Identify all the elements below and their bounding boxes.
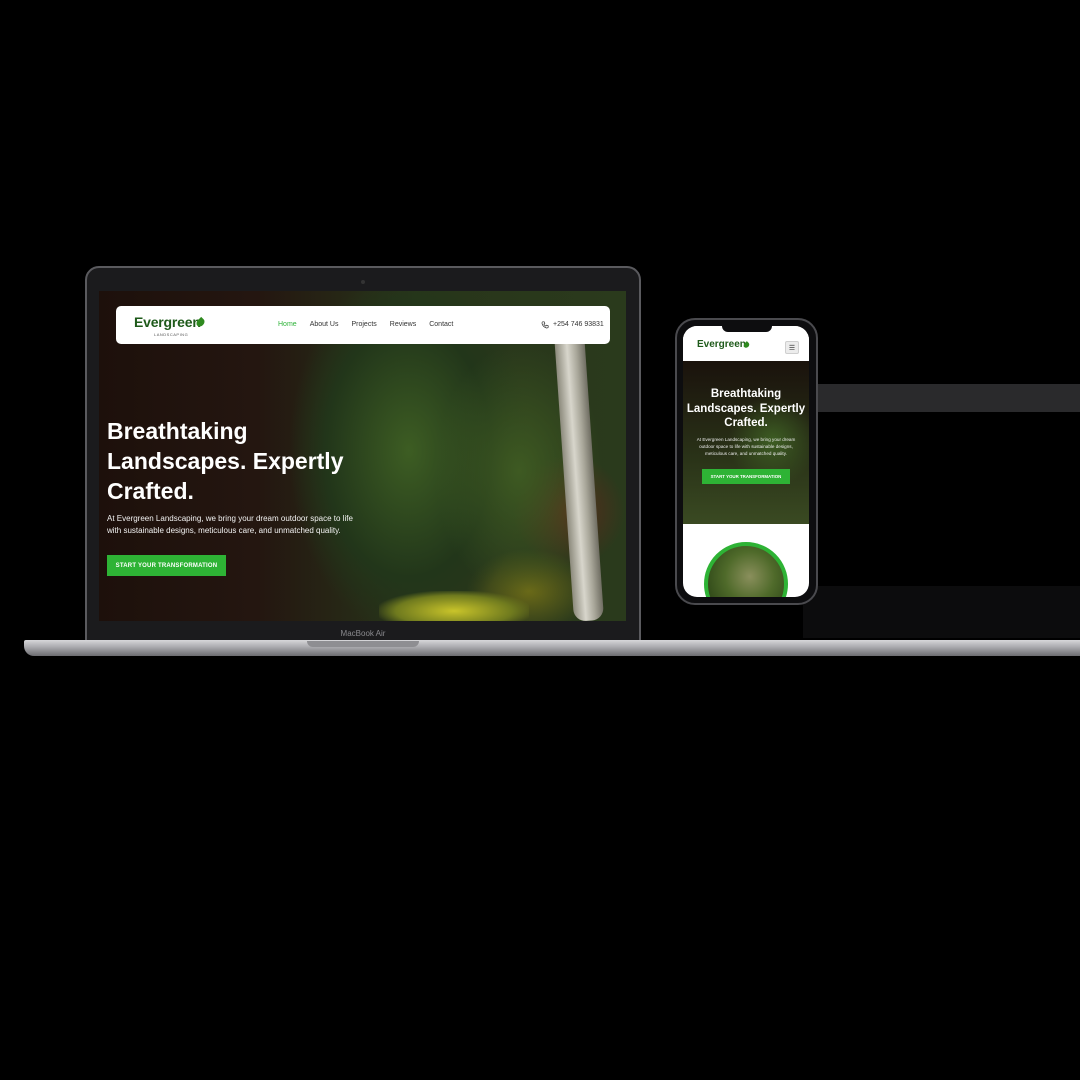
main-nav: Home About Us Projects Reviews Contact: [278, 321, 453, 328]
hamburger-icon[interactable]: ☰: [785, 341, 799, 354]
mobile-hero: Breathtaking Landscapes. Expertly Crafte…: [683, 361, 809, 524]
laptop-base: [24, 640, 1080, 656]
laptop-screen: Evergreen LANDSCAPING Home About Us Proj…: [99, 291, 626, 621]
mobile-hero-description: At Evergreen Landscaping, we bring your …: [696, 437, 796, 456]
nav-link-projects[interactable]: Projects: [351, 321, 376, 328]
mobile-hero-title: Breathtaking Landscapes. Expertly Crafte…: [686, 388, 806, 429]
nav-link-about[interactable]: About Us: [310, 321, 339, 328]
laptop-model-label: MacBook Air: [340, 629, 386, 638]
phone-number[interactable]: +254 746 93831: [553, 321, 604, 328]
background-panel: [803, 384, 1080, 412]
laptop-notch: [307, 641, 419, 647]
site-header: Evergreen LANDSCAPING Home About Us Proj…: [116, 306, 610, 344]
profile-photo: [704, 542, 788, 597]
site-logo[interactable]: Evergreen: [134, 314, 201, 330]
hero-title: Breathtaking Landscapes. Expertly Crafte…: [107, 418, 344, 504]
mobile-cta-button[interactable]: START YOUR TRANSFORMATION: [702, 469, 790, 484]
phone-icon: [541, 321, 549, 329]
phone-notch: [722, 325, 772, 332]
nav-link-home[interactable]: Home: [278, 321, 297, 328]
laptop-camera: [361, 280, 365, 284]
tree-trunk-image: [553, 330, 605, 621]
hero-description: At Evergreen Landscaping, we bring your …: [107, 514, 353, 535]
nav-link-contact[interactable]: Contact: [429, 321, 453, 328]
cta-button[interactable]: START YOUR TRANSFORMATION: [107, 555, 226, 576]
mobile-logo[interactable]: Evergreen: [697, 339, 746, 350]
flowers-image: [379, 591, 529, 621]
background-panel-dark: [803, 586, 1080, 638]
nav-link-reviews[interactable]: Reviews: [390, 321, 416, 328]
logo-subtitle: LANDSCAPING: [154, 332, 189, 337]
phone-screen: Evergreen ☰ Breathtaking Landscapes. Exp…: [683, 326, 809, 597]
